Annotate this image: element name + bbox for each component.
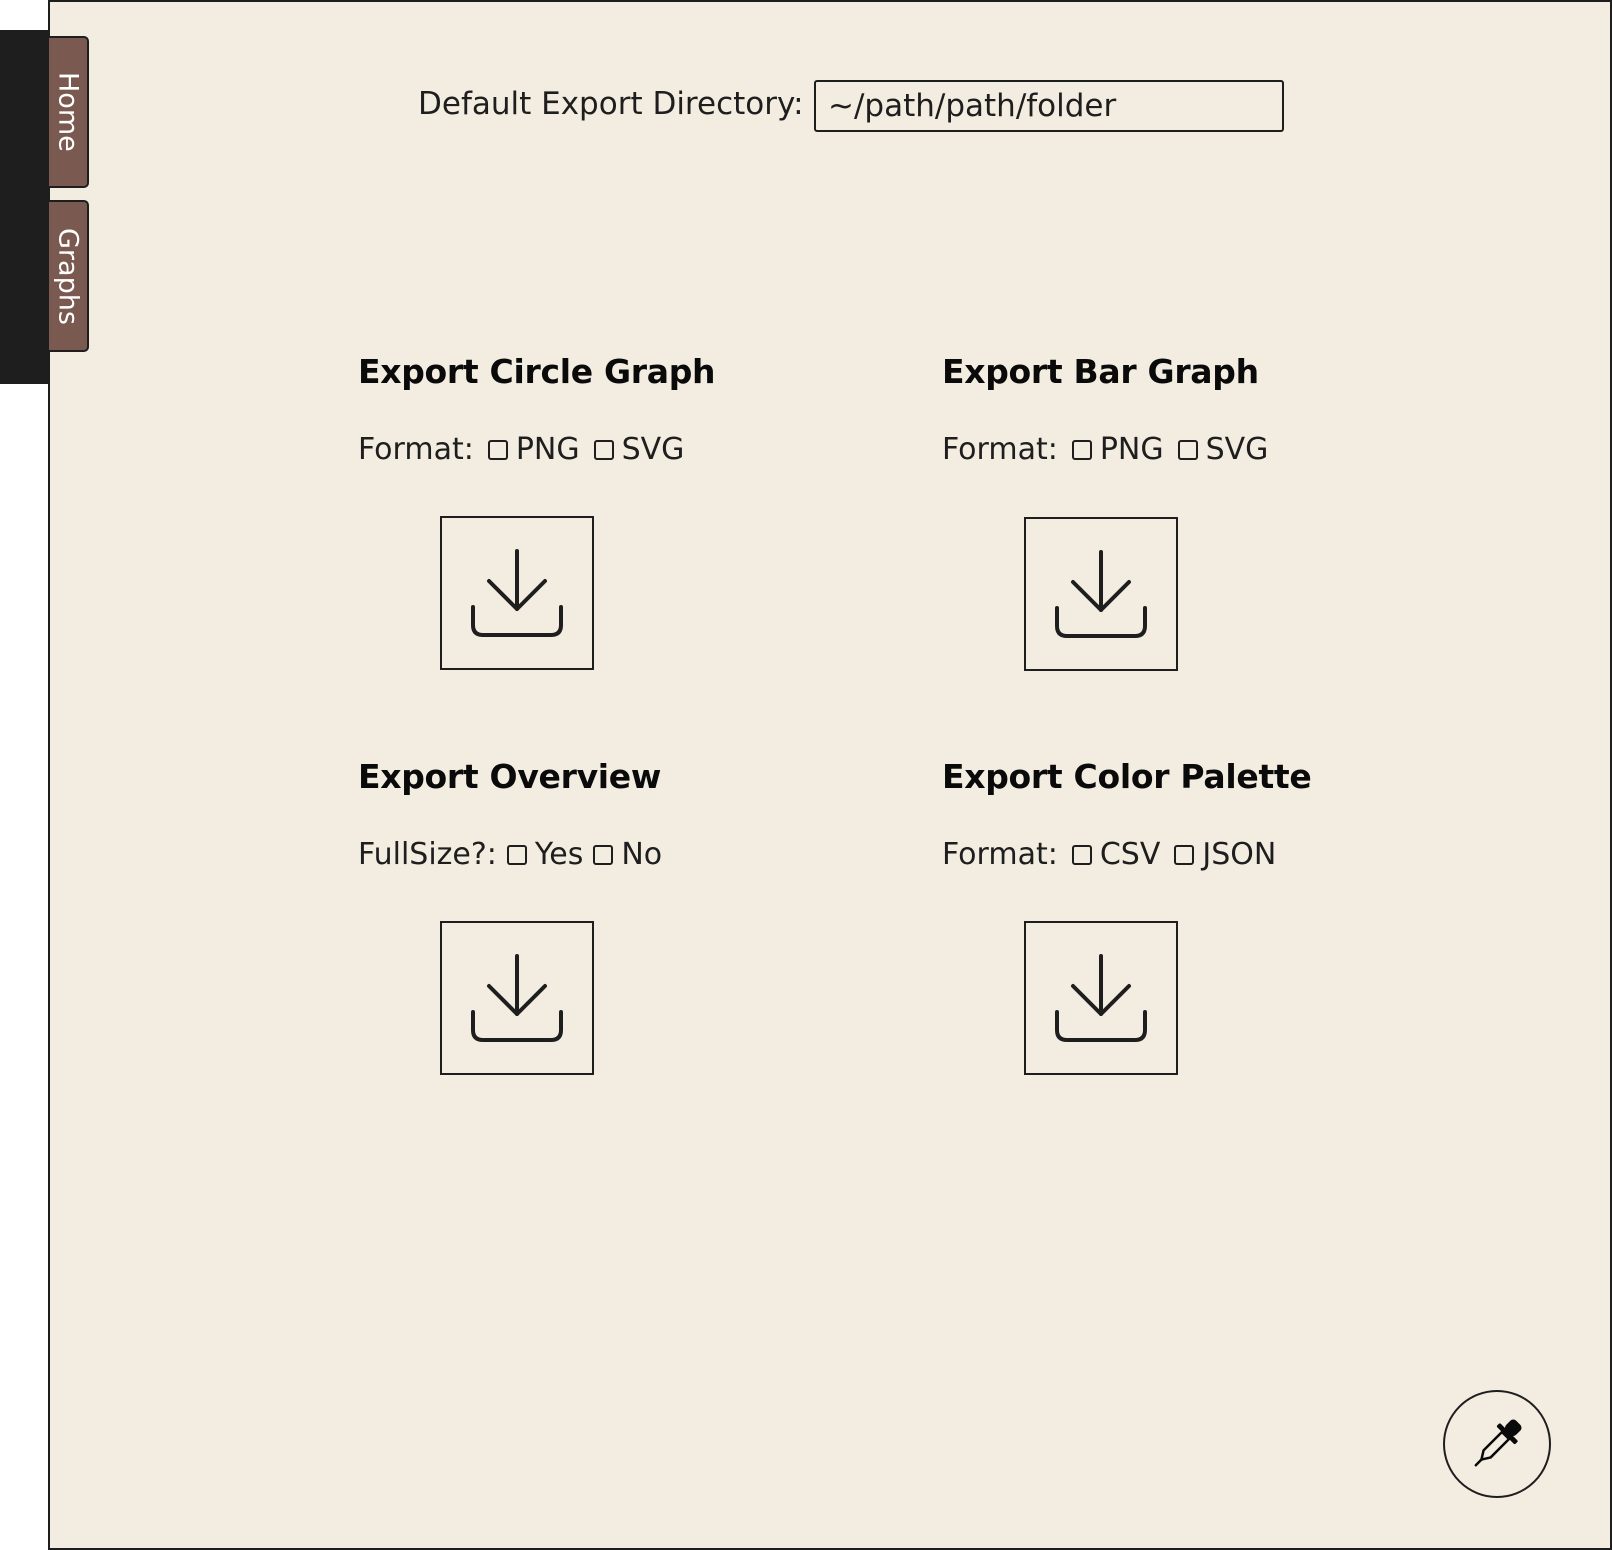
bar-graph-png-option[interactable]: PNG	[1071, 432, 1164, 467]
color-palette-csv-option[interactable]: CSV	[1071, 837, 1161, 872]
circle-graph-svg-checkbox[interactable]	[593, 439, 614, 460]
bar-graph-png-checkbox[interactable]	[1071, 439, 1092, 460]
overview-yes-checkbox[interactable]	[506, 844, 527, 865]
overview-no-option[interactable]: No	[593, 837, 662, 872]
overview-download-button[interactable]	[440, 921, 594, 1075]
bar-graph-title: Export Bar Graph	[942, 352, 1259, 391]
overview-title: Export Overview	[358, 757, 662, 796]
app-window: Home Graphs Default Export Directory: Ex…	[0, 0, 1612, 1550]
color-palette-title: Export Color Palette	[942, 757, 1312, 796]
bar-graph-svg-checkbox[interactable]	[1177, 439, 1198, 460]
overview-yes-label: Yes	[534, 837, 584, 872]
color-palette-json-checkbox[interactable]	[1174, 844, 1195, 865]
eyedropper-icon	[1474, 1419, 1522, 1467]
tab-home[interactable]: Home	[49, 36, 89, 188]
export-panel	[48, 0, 1612, 1550]
color-palette-download-button[interactable]	[1024, 921, 1178, 1075]
color-palette-format-row: Format: CSV JSON	[942, 837, 1290, 872]
download-icon	[1055, 954, 1147, 1042]
download-icon	[471, 954, 563, 1042]
circle-graph-format-label: Format:	[358, 432, 474, 467]
overview-fullsize-row: FullSize?: Yes No	[358, 837, 676, 872]
export-directory-input[interactable]	[814, 80, 1284, 132]
circle-graph-title: Export Circle Graph	[358, 352, 716, 391]
download-icon	[471, 549, 563, 637]
circle-graph-svg-option[interactable]: SVG	[593, 432, 685, 467]
circle-graph-format-row: Format: PNG SVG	[358, 432, 698, 467]
circle-graph-png-label: PNG	[515, 432, 580, 467]
overview-no-label: No	[621, 837, 663, 872]
circle-graph-png-checkbox[interactable]	[487, 439, 508, 460]
overview-fullsize-label: FullSize?:	[358, 837, 497, 872]
side-nav-rail	[0, 30, 51, 384]
color-picker-button[interactable]	[1443, 1390, 1551, 1498]
circle-graph-png-option[interactable]: PNG	[487, 432, 580, 467]
bar-graph-png-label: PNG	[1099, 432, 1164, 467]
circle-graph-download-button[interactable]	[440, 516, 594, 670]
color-palette-json-option[interactable]: JSON	[1174, 837, 1276, 872]
tab-graphs-label: Graphs	[52, 227, 84, 325]
color-palette-csv-checkbox[interactable]	[1071, 844, 1092, 865]
bar-graph-download-button[interactable]	[1024, 517, 1178, 671]
download-icon	[1055, 550, 1147, 638]
export-directory-label: Default Export Directory:	[418, 86, 804, 122]
color-palette-json-label: JSON	[1202, 837, 1277, 872]
circle-graph-svg-label: SVG	[621, 432, 685, 467]
bar-graph-format-label: Format:	[942, 432, 1058, 467]
bar-graph-format-row: Format: PNG SVG	[942, 432, 1282, 467]
tab-graphs[interactable]: Graphs	[49, 200, 89, 352]
overview-no-checkbox[interactable]	[593, 844, 614, 865]
tab-home-label: Home	[52, 72, 84, 152]
overview-yes-option[interactable]: Yes	[506, 837, 584, 872]
bar-graph-svg-option[interactable]: SVG	[1177, 432, 1269, 467]
color-palette-csv-label: CSV	[1099, 837, 1161, 872]
bar-graph-svg-label: SVG	[1205, 432, 1269, 467]
color-palette-format-label: Format:	[942, 837, 1058, 872]
